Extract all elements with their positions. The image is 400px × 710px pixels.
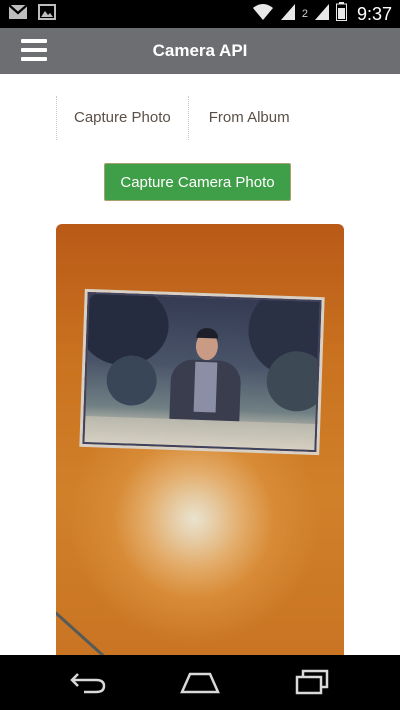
- recent-apps-icon[interactable]: [288, 665, 336, 697]
- signal-icon: [280, 3, 296, 26]
- wifi-icon: [252, 3, 274, 26]
- notification-icons: [8, 3, 56, 25]
- battery-icon: [335, 2, 347, 26]
- captured-photo-image: [56, 224, 344, 674]
- page-title: Camera API: [152, 41, 248, 60]
- navigation-bar: [0, 655, 400, 710]
- home-icon[interactable]: [176, 665, 224, 697]
- back-icon[interactable]: [64, 665, 112, 697]
- tab-capture-photo[interactable]: Capture Photo: [56, 96, 188, 140]
- status-bar: 2 9:37: [0, 0, 400, 28]
- capture-camera-photo-button[interactable]: Capture Camera Photo: [104, 163, 291, 201]
- tab-bar: Capture Photo From Album: [56, 96, 307, 140]
- gmail-icon: [8, 3, 28, 25]
- sim-slot-label: 2: [301, 8, 308, 20]
- cable: [56, 608, 106, 658]
- printed-photo: [82, 291, 322, 453]
- hamburger-menu-icon[interactable]: [21, 39, 47, 61]
- clock: 9:37: [356, 3, 392, 24]
- signal-2-icon: [314, 3, 330, 26]
- system-icons: 2 9:37: [252, 2, 392, 26]
- app-header: Camera API: [0, 28, 400, 74]
- tab-from-album[interactable]: From Album: [187, 96, 307, 140]
- gallery-icon: [38, 3, 56, 25]
